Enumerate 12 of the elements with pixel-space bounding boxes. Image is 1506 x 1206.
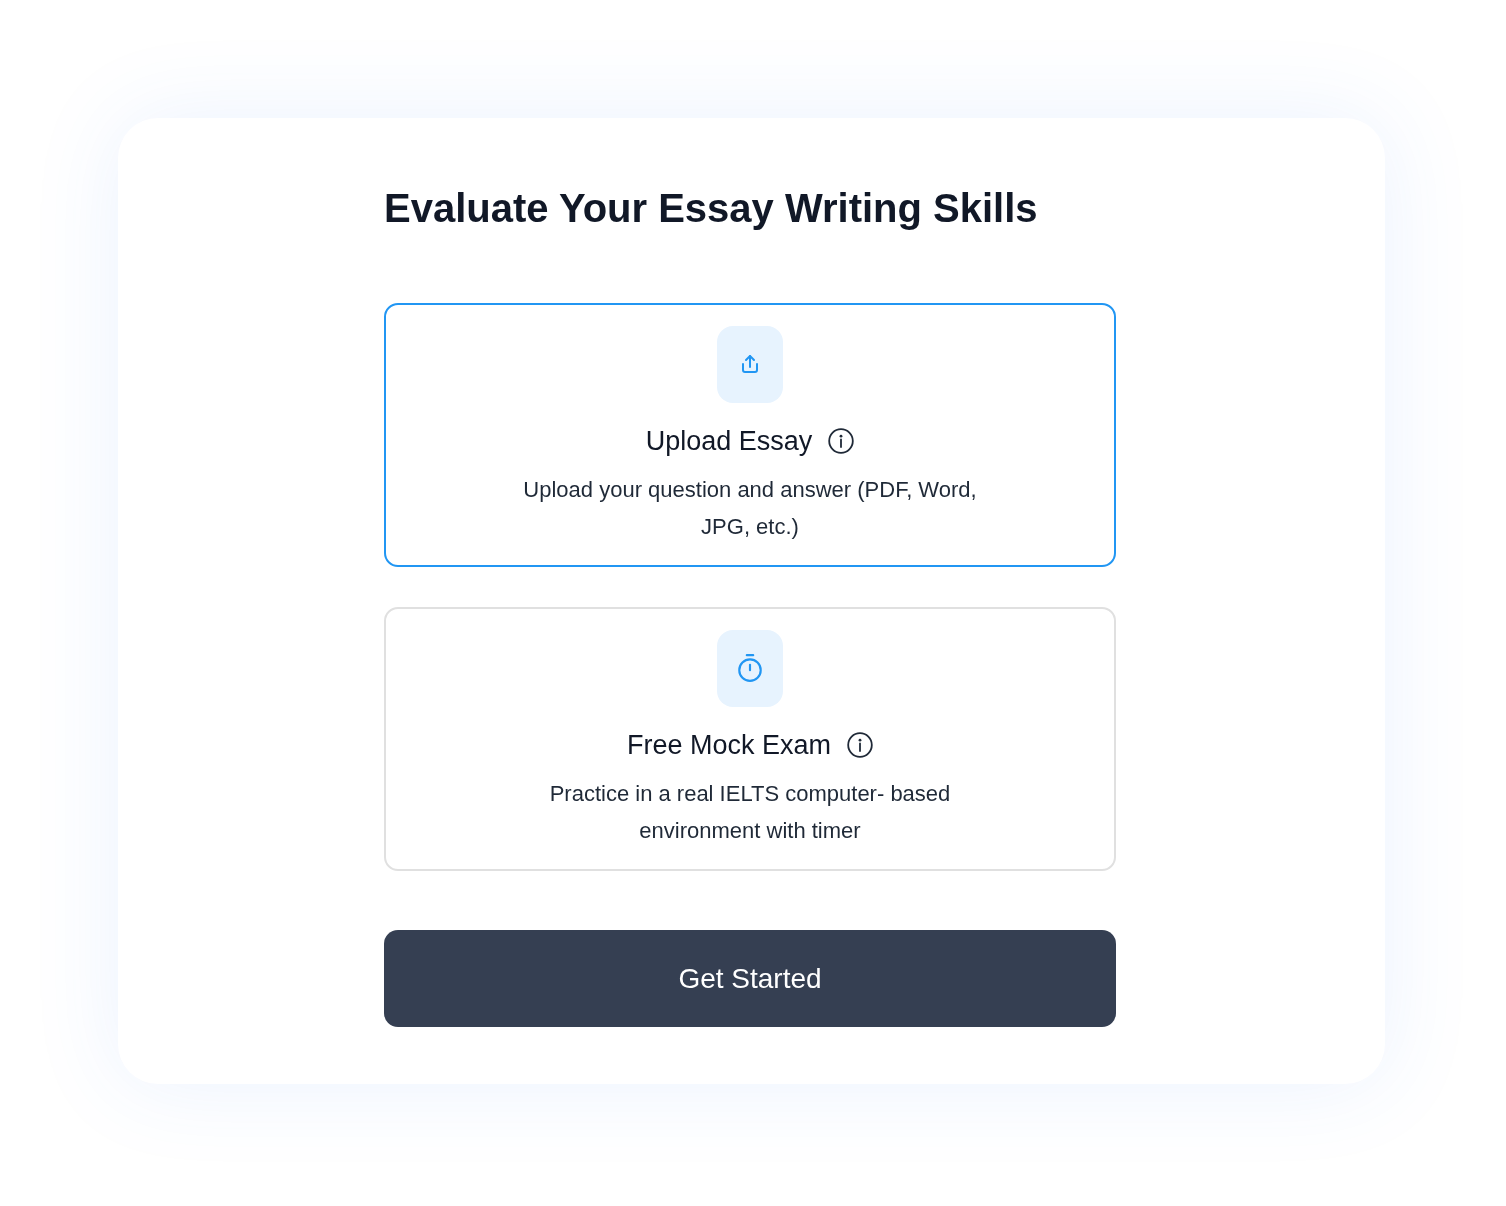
option-card[interactable]: Free Mock Exam Practice in a real IELTS computer- based environment with timer [384,607,1116,871]
option-title: Upload Essay [645,424,813,458]
stopwatch-icon [717,629,783,707]
info-icon[interactable] [847,731,873,758]
upload-icon [717,325,783,403]
option-description: Upload your question and answer (PDF, Word, JPG, etc.) [522,475,978,541]
page-heading: Evaluate Your Essay Writing Skills [384,185,1038,232]
get-started-button[interactable]: Get Started [384,930,1116,1027]
option-card[interactable]: Upload Essay Upload your question and answer (PDF, Word, JPG, etc.) [384,303,1116,567]
option-description: Practice in a real IELTS computer- based environment with timer [548,779,952,845]
info-icon[interactable] [828,427,855,454]
option-title: Free Mock Exam [626,728,831,762]
